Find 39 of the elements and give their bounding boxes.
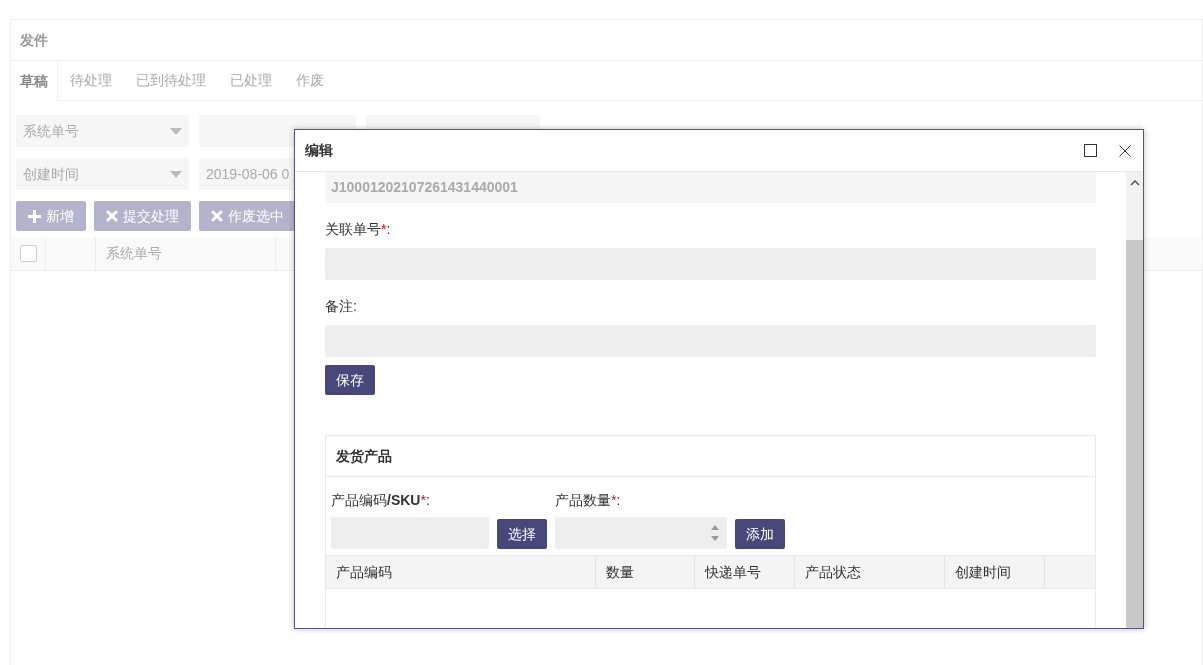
maximize-icon[interactable] — [1084, 144, 1097, 157]
column-header: 产品状态 — [805, 562, 861, 582]
filter-field-select[interactable]: 创建时间 — [16, 158, 189, 190]
scroll-up-icon[interactable] — [1129, 180, 1140, 186]
dialog-title: 编辑 — [305, 141, 333, 160]
filter-field-select[interactable]: 系统单号 — [16, 115, 189, 147]
column-header: 创建时间 — [955, 562, 1011, 582]
tab[interactable]: 草稿 — [11, 61, 58, 101]
panel-title: 发件 — [20, 30, 48, 50]
tab[interactable]: 待处理 — [58, 61, 124, 100]
select-button[interactable]: 选择 — [497, 519, 547, 549]
close-icon — [211, 210, 223, 222]
action-button[interactable]: 新增 — [16, 201, 86, 231]
tab[interactable]: 已到待处理 — [124, 61, 218, 100]
save-button[interactable]: 保存 — [325, 365, 375, 395]
field-label: 产品数量*: — [555, 491, 622, 510]
field-label: 备注: — [325, 297, 358, 316]
quantity-input-field[interactable] — [555, 517, 727, 549]
tab[interactable]: 作废 — [284, 61, 336, 100]
close-icon[interactable] — [1119, 144, 1131, 157]
action-button[interactable]: 作废选中 — [199, 201, 296, 231]
column-header: 数量 — [606, 562, 634, 582]
field-label: 产品编码/SKU*: — [331, 491, 431, 510]
add-button[interactable]: 添加 — [735, 519, 785, 549]
plus-icon — [28, 209, 41, 223]
spinner-arrows-icon[interactable] — [710, 523, 720, 543]
action-button[interactable]: 提交处理 — [94, 201, 191, 231]
close-icon — [106, 210, 118, 222]
panel-title: 发货产品 — [336, 446, 392, 466]
dropdown-caret-icon — [170, 170, 182, 178]
column-header: 系统单号 — [106, 244, 162, 263]
column-header: 快递单号 — [705, 562, 761, 582]
column-header: 产品编码 — [336, 562, 392, 582]
select-all-checkbox[interactable] — [19, 245, 37, 262]
dropdown-caret-icon — [170, 127, 182, 135]
scrollbar-thumb[interactable] — [1126, 240, 1143, 628]
field-label: 关联单号*: — [325, 220, 392, 239]
tab[interactable]: 已处理 — [218, 61, 284, 100]
order-number-field: J10001202107261431440001 — [325, 172, 1096, 203]
